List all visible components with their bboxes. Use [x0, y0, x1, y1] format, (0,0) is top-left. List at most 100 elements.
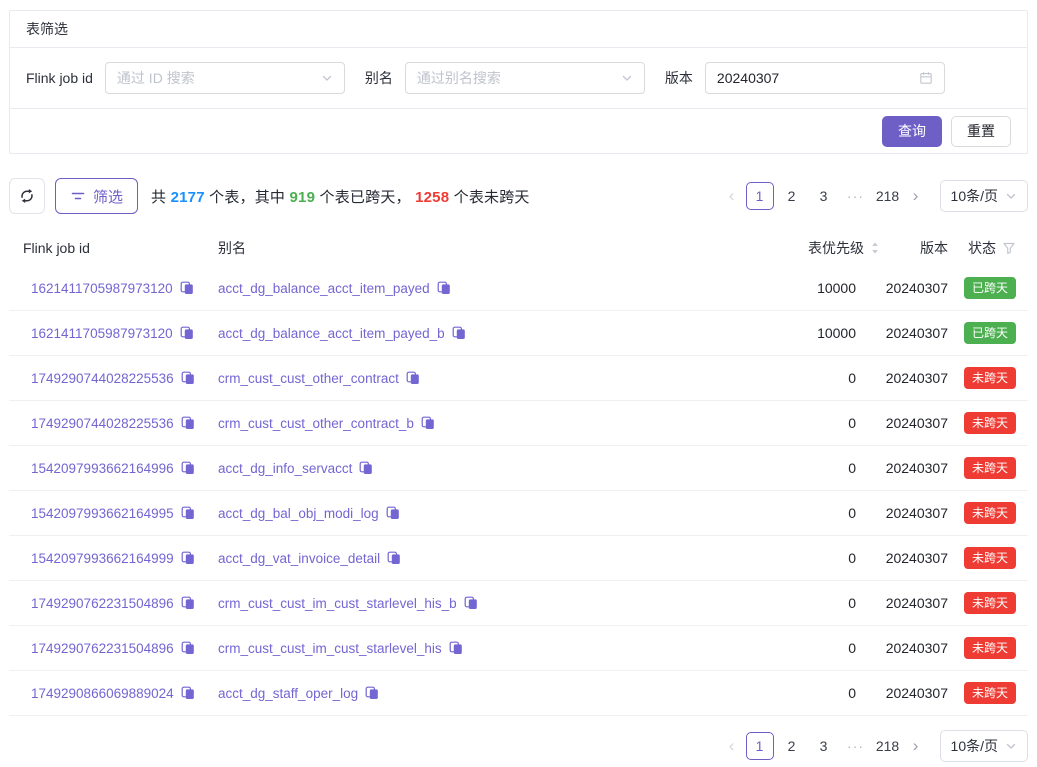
table-row: 1749290762231504896 crm_cust_cust_im_cus…	[9, 581, 1028, 626]
copy-icon[interactable]	[181, 596, 195, 610]
chevron-down-icon	[1005, 190, 1017, 202]
pagination-prev-button[interactable]: ‹	[720, 182, 744, 210]
copy-icon[interactable]	[452, 326, 466, 340]
summary-segment: 个表未跨天	[449, 189, 529, 206]
priority-value: 0	[696, 415, 880, 431]
copy-icon[interactable]	[181, 371, 195, 385]
copy-icon[interactable]	[180, 326, 194, 340]
alias-link[interactable]: crm_cust_cust_im_cust_starlevel_his_b	[218, 596, 457, 611]
page-number-2[interactable]: 2	[778, 732, 806, 760]
page-number-1[interactable]: 1	[746, 732, 774, 760]
alias-link[interactable]: crm_cust_cust_other_contract	[218, 371, 399, 386]
job-id-link[interactable]: 1749290866069889024	[31, 686, 174, 701]
alias-link[interactable]: crm_cust_cust_other_contract_b	[218, 416, 414, 431]
status-badge: 已跨天	[964, 277, 1016, 299]
alias-select[interactable]: 通过别名搜索	[405, 62, 645, 94]
job-id-link[interactable]: 1542097993662164999	[31, 551, 174, 566]
summary-count-green: 919	[290, 189, 316, 206]
alias-link[interactable]: acct_dg_balance_acct_item_payed_b	[218, 326, 445, 341]
page-size-select[interactable]: 10条/页	[940, 730, 1028, 762]
version-value: 20240307	[880, 415, 948, 431]
page-number-2[interactable]: 2	[778, 182, 806, 210]
priority-value: 10000	[696, 325, 880, 341]
copy-icon[interactable]	[359, 461, 373, 475]
filter-button-label: 筛选	[93, 186, 123, 207]
copy-icon[interactable]	[181, 551, 195, 565]
column-header-id: Flink job id	[23, 240, 218, 256]
sort-icon[interactable]	[870, 241, 880, 255]
priority-value: 10000	[696, 280, 880, 296]
reset-button[interactable]: 重置	[951, 116, 1011, 147]
job-id-link[interactable]: 1542097993662164995	[31, 506, 174, 521]
page-number-3[interactable]: 3	[810, 732, 838, 760]
job-id-link[interactable]: 1749290762231504896	[31, 641, 174, 656]
copy-icon[interactable]	[181, 641, 195, 655]
copy-icon[interactable]	[406, 371, 420, 385]
copy-icon[interactable]	[386, 506, 400, 520]
table-body: 1621411705987973120 acct_dg_balance_acct…	[9, 266, 1028, 716]
search-button[interactable]: 查询	[882, 116, 942, 147]
copy-icon[interactable]	[181, 506, 195, 520]
version-value: 20240307	[880, 685, 948, 701]
copy-icon[interactable]	[180, 281, 194, 295]
job-id-link[interactable]: 1749290744028225536	[31, 371, 174, 386]
page-number-1[interactable]: 1	[746, 182, 774, 210]
version-value: 20240307	[880, 595, 948, 611]
column-header-priority[interactable]: 表优先级	[696, 238, 880, 258]
version-datepicker[interactable]: 20240307	[705, 62, 945, 94]
job-id-link[interactable]: 1542097993662164996	[31, 461, 174, 476]
job-id-link[interactable]: 1749290744028225536	[31, 416, 174, 431]
status-badge: 未跨天	[964, 637, 1016, 659]
page-number-218[interactable]: 218	[874, 732, 902, 760]
summary-segment: 个表，其中	[205, 189, 290, 206]
job-id-link[interactable]: 1749290762231504896	[31, 596, 174, 611]
copy-icon[interactable]	[421, 416, 435, 430]
alias-link[interactable]: acct_dg_vat_invoice_detail	[218, 551, 380, 566]
chevron-down-icon	[321, 72, 333, 84]
copy-icon[interactable]	[449, 641, 463, 655]
alias-link[interactable]: crm_cust_cust_im_cust_starlevel_his	[218, 641, 442, 656]
job-id-link[interactable]: 1621411705987973120	[31, 326, 173, 341]
page-size-select[interactable]: 10条/页	[940, 180, 1028, 212]
filter-lines-icon	[70, 188, 86, 204]
alias-link[interactable]: acct_dg_balance_acct_item_payed	[218, 281, 430, 296]
table-row: 1542097993662164995 acct_dg_bal_obj_modi…	[9, 491, 1028, 536]
refresh-button[interactable]	[9, 178, 45, 214]
pagination-prev-button[interactable]: ‹	[720, 732, 744, 760]
column-filter-icon[interactable]	[1002, 241, 1016, 255]
copy-icon[interactable]	[181, 416, 195, 430]
page: 表筛选 Flink job id 通过 ID 搜索 别名 通过别名搜索 版本 2…	[0, 0, 1037, 762]
page-size-label: 10条/页	[951, 736, 998, 756]
alias-link[interactable]: acct_dg_staff_oper_log	[218, 686, 358, 701]
page-size-label: 10条/页	[951, 186, 998, 206]
toolbar: 筛选 共 2177 个表，其中 919 个表已跨天， 1258 个表未跨天 ‹1…	[9, 178, 1028, 214]
version-value: 20240307	[880, 460, 948, 476]
copy-icon[interactable]	[437, 281, 451, 295]
copy-icon[interactable]	[181, 461, 195, 475]
priority-value: 0	[696, 550, 880, 566]
summary-count-red: 1258	[415, 189, 449, 206]
column-header-status[interactable]: 状态	[948, 238, 1016, 258]
filter-button[interactable]: 筛选	[55, 178, 138, 214]
copy-icon[interactable]	[181, 686, 195, 700]
copy-icon[interactable]	[387, 551, 401, 565]
copy-icon[interactable]	[464, 596, 478, 610]
flink-job-id-select[interactable]: 通过 ID 搜索	[105, 62, 345, 94]
table-row: 1749290744028225536 crm_cust_cust_other_…	[9, 356, 1028, 401]
table-header: Flink job id 别名 表优先级 版本 状态	[9, 230, 1028, 266]
pagination-next-button[interactable]: ›	[904, 182, 928, 210]
job-id-link[interactable]: 1621411705987973120	[31, 281, 173, 296]
copy-icon[interactable]	[365, 686, 379, 700]
status-badge: 未跨天	[964, 457, 1016, 479]
priority-value: 0	[696, 685, 880, 701]
pagination-next-button[interactable]: ›	[904, 732, 928, 760]
alias-link[interactable]: acct_dg_bal_obj_modi_log	[218, 506, 379, 521]
alias-link[interactable]: acct_dg_info_servacct	[218, 461, 352, 476]
page-number-3[interactable]: 3	[810, 182, 838, 210]
priority-value: 0	[696, 370, 880, 386]
status-badge: 已跨天	[964, 322, 1016, 344]
summary-text: 共 2177 个表，其中 919 个表已跨天， 1258 个表未跨天	[151, 186, 530, 207]
calendar-icon	[919, 71, 933, 85]
version-value: 20240307	[880, 280, 948, 296]
page-number-218[interactable]: 218	[874, 182, 902, 210]
